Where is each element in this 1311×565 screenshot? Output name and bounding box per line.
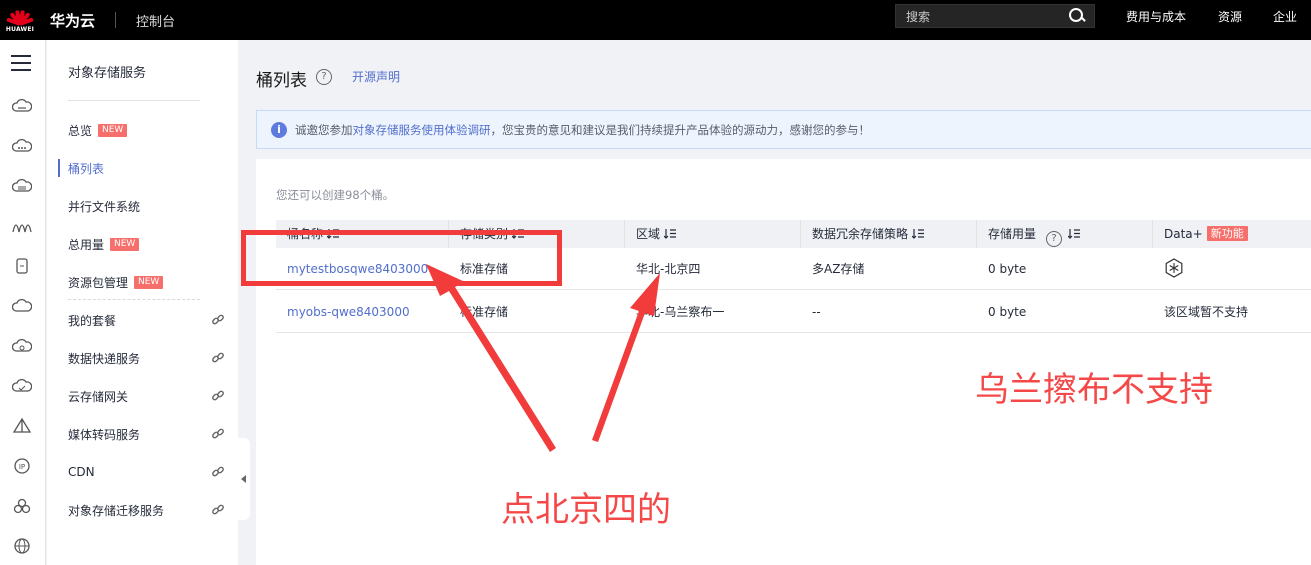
annotation-arrows (426, 264, 660, 452)
annotation-arrow-right (592, 273, 660, 442)
annotation-click-note: 点北京四的 (501, 490, 671, 530)
annotation-arrow-left (426, 264, 556, 452)
annotation-unsupported-note: 乌兰擦布不支持 (975, 370, 1213, 410)
